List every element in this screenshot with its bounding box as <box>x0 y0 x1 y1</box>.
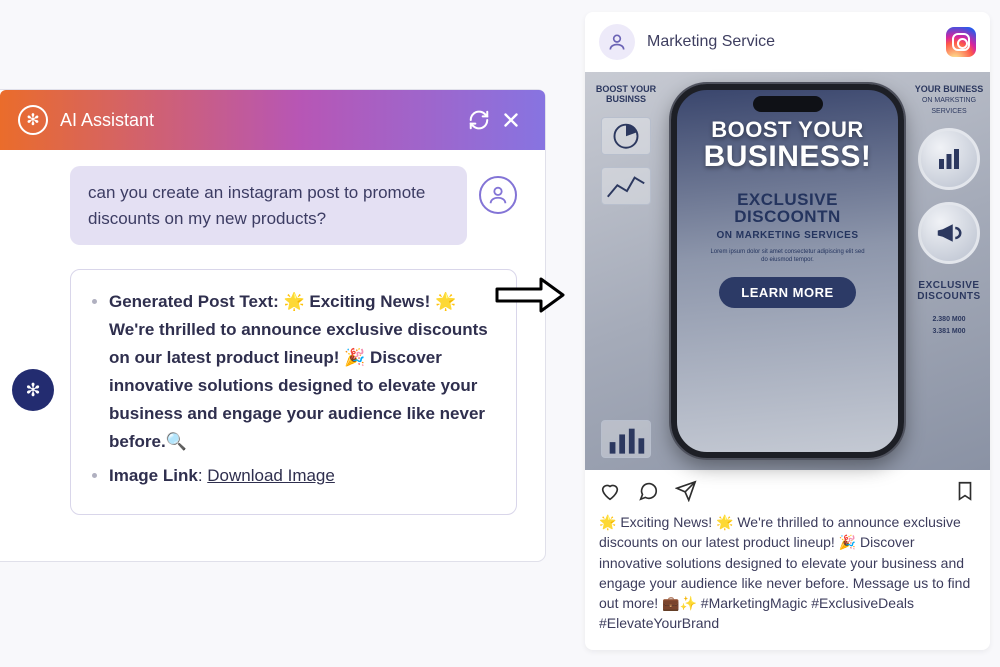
assistant-header: ✻ AI Assistant <box>0 90 545 150</box>
left-headline: BOOST YOUR BUSINSS <box>591 84 661 105</box>
response-item-image-link: Image Link: Download Image <box>109 462 496 490</box>
arrow-icon <box>495 275 565 315</box>
image-right-column: YOUR BUINESS ON MARKSTING SERVICES EXCLU… <box>908 72 990 470</box>
assistant-title: AI Assistant <box>60 110 463 131</box>
phone-subtext: ON MARKETING SERVICES <box>717 230 859 241</box>
refresh-button[interactable] <box>463 104 495 136</box>
megaphone-badge-icon <box>918 202 980 264</box>
download-image-link[interactable]: Download Image <box>207 466 335 485</box>
phone-subheadline: EXCLUSIVE DISCOONTN <box>691 191 884 227</box>
price-list: 2.380 M00 3.381 M00 <box>914 314 984 336</box>
save-button[interactable] <box>954 480 976 502</box>
refresh-icon <box>468 109 490 131</box>
ai-avatar-icon: ✻ <box>12 369 54 411</box>
send-icon <box>675 480 697 502</box>
line-chart-icon <box>601 167 651 205</box>
pie-chart-icon <box>601 117 651 155</box>
user-message-row: can you create an instagram post to prom… <box>70 166 517 245</box>
share-button[interactable] <box>675 480 697 502</box>
bookmark-icon <box>954 480 976 502</box>
phone-headline: BOOST YOUR BUSINESS! <box>704 118 872 173</box>
response-item-generated-text: Generated Post Text: 🌟 Exciting News! 🌟W… <box>109 288 496 456</box>
phone-body-text: Lorem ipsum dolor sit amet consectetur a… <box>708 249 868 265</box>
instagram-post-card: Marketing Service BOOST YOUR BUSINSS BOO… <box>585 12 990 650</box>
instagram-header: Marketing Service <box>585 12 990 72</box>
post-actions <box>585 470 990 508</box>
user-avatar-icon <box>479 176 517 214</box>
chat-body: can you create an instagram post to prom… <box>0 150 545 531</box>
profile-username[interactable]: Marketing Service <box>647 33 934 51</box>
comment-icon <box>637 480 659 502</box>
close-icon <box>500 109 522 131</box>
ai-response: Generated Post Text: 🌟 Exciting News! 🌟W… <box>70 269 517 515</box>
phone-mockup: BOOST YOUR BUSINESS! EXCLUSIVE DISCOONTN… <box>671 84 904 458</box>
learn-more-button: LEARN MORE <box>719 277 855 308</box>
post-image: BOOST YOUR BUSINSS BOOST YOUR BUSINESS! … <box>585 72 990 470</box>
ai-assistant-panel: ✻ AI Assistant can you create an instagr… <box>0 90 545 561</box>
image-left-column: BOOST YOUR BUSINSS <box>585 72 667 470</box>
like-button[interactable] <box>599 480 621 502</box>
user-message: can you create an instagram post to prom… <box>70 166 467 245</box>
profile-avatar-icon[interactable] <box>599 24 635 60</box>
phone-notch-icon <box>753 96 823 112</box>
assistant-logo-icon: ✻ <box>18 105 48 135</box>
ai-message-row: ✻ Generated Post Text: 🌟 Exciting News! … <box>70 269 517 515</box>
instagram-logo-icon <box>946 27 976 57</box>
post-caption: 🌟 Exciting News! 🌟 We're thrilled to ann… <box>585 508 990 650</box>
bar-chart-icon <box>601 420 651 458</box>
right-headline: YOUR BUINESS ON MARKSTING SERVICES <box>914 84 984 116</box>
close-button[interactable] <box>495 104 527 136</box>
right-label: EXCLUSIVE DISCOUNTS <box>914 280 984 302</box>
bars-badge-icon <box>918 128 980 190</box>
comment-button[interactable] <box>637 480 659 502</box>
heart-icon <box>599 480 621 502</box>
